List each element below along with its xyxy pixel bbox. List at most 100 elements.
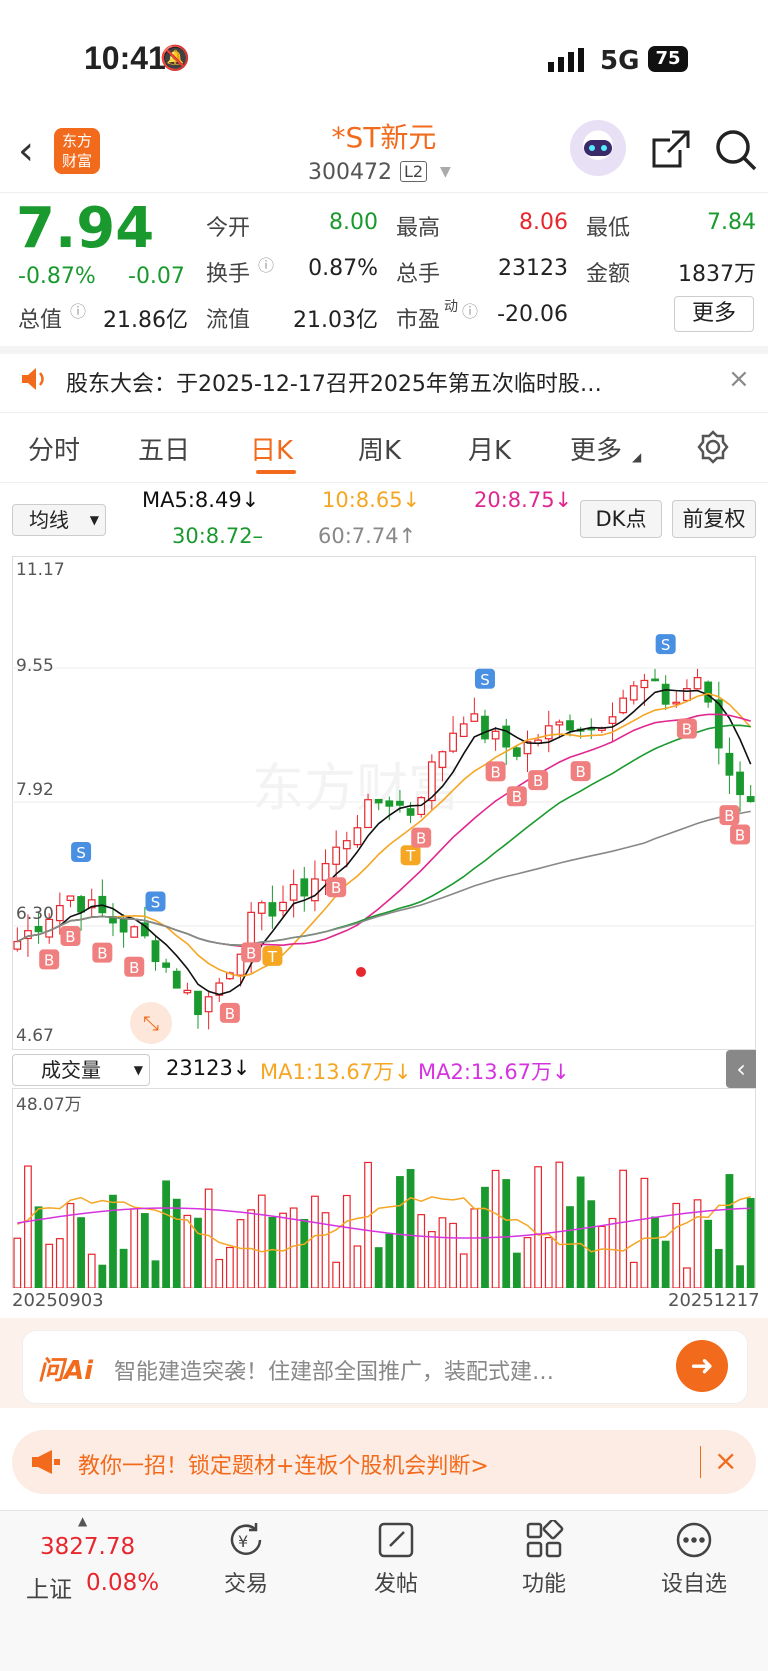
signal-label: B [97, 945, 107, 963]
volume-bar [523, 1237, 532, 1288]
volume-bar [491, 1169, 500, 1288]
volume-bar [364, 1161, 372, 1288]
volume-selector-label: 成交量 [41, 1058, 101, 1082]
index-change[interactable]: 0.08% [86, 1570, 159, 1596]
volume-bar [374, 1247, 383, 1288]
signal-label: B [44, 951, 54, 969]
volume-bar [311, 1195, 319, 1288]
ma-selector-label: 均线 [29, 508, 69, 532]
tab-intraday[interactable]: 分时 [28, 430, 80, 467]
promo-text[interactable]: 教你一招！锁定题材+连板个股机会判断> [78, 1448, 489, 1480]
nav-add-watchlist[interactable]: 设自选 [642, 1520, 746, 1598]
level-badge[interactable]: L2 [400, 161, 428, 182]
volume-bar [725, 1174, 734, 1288]
candle [449, 732, 457, 752]
candle [119, 918, 128, 933]
vol-ma1-label: MA1:13.67万↓ [260, 1060, 412, 1084]
high-label: 最高 [396, 216, 441, 241]
volume-bar [736, 1265, 744, 1288]
candle [544, 725, 553, 740]
tab-more[interactable]: 更多 [570, 430, 622, 467]
stock-code: 300472 [308, 160, 392, 185]
volume-bar [438, 1217, 447, 1288]
adjust-button[interactable]: 前复权 [672, 500, 756, 538]
tab-monthly-k[interactable]: 月K [468, 430, 511, 467]
tab-five-day[interactable]: 五日 [138, 430, 190, 467]
volume-bar [672, 1202, 681, 1288]
open-value: 8.00 [329, 210, 378, 235]
robot-avatar-icon[interactable] [570, 120, 626, 176]
candle [321, 863, 330, 881]
signal-label: B [331, 879, 341, 897]
candle [661, 683, 670, 705]
turnover-label: 换手 [206, 262, 251, 287]
volume-selector[interactable]: 成交量 ▼ [12, 1054, 150, 1086]
collapse-panel-button[interactable]: ‹ [726, 1050, 756, 1088]
candle [736, 771, 744, 796]
arrow-right-icon[interactable]: ➜ [676, 1340, 728, 1392]
nav-trade[interactable]: ¥ 交易 [196, 1520, 296, 1598]
nav-post[interactable]: 发帖 [346, 1520, 446, 1598]
kline-chart[interactable]: 东方财富 BBBBSSBBTBTBSBBBBSBBB 11.17 9.55 7.… [12, 556, 756, 1050]
volume-bar [162, 1180, 171, 1288]
signal-label: T [405, 847, 416, 865]
edit-icon [346, 1520, 446, 1566]
volume-bar [24, 1165, 32, 1288]
candle [704, 681, 713, 703]
candle [470, 713, 479, 722]
svg-text:¥: ¥ [238, 1532, 248, 1551]
candle [566, 720, 574, 731]
expand-icon[interactable]: ⤡ [130, 1002, 172, 1044]
more-button[interactable]: 更多 [674, 296, 754, 332]
info-icon[interactable]: ⓘ [258, 252, 274, 276]
volume-bar [417, 1214, 426, 1288]
candle [555, 721, 564, 726]
tab-weekly-k[interactable]: 周K [358, 430, 401, 467]
share-icon[interactable] [650, 128, 692, 174]
volume-chart[interactable]: 48.07万 [12, 1088, 756, 1288]
signal-icon [548, 48, 584, 76]
volume-bar [396, 1176, 404, 1288]
candle [279, 901, 287, 912]
vol-ma2-label: MA2:13.67万↓ [418, 1060, 570, 1084]
ai-prompt-text[interactable]: 智能建造突袭！住建部全国推广，装配式建… [114, 1354, 654, 1386]
index-value[interactable]: 3827.78 [40, 1534, 135, 1560]
signal-label: B [512, 788, 522, 806]
volume-bar [544, 1237, 553, 1288]
close-icon[interactable]: × [728, 364, 750, 394]
search-icon[interactable] [714, 128, 758, 176]
volume-bar [449, 1222, 457, 1288]
dk-button[interactable]: DK点 [580, 500, 662, 538]
volume-bar [406, 1169, 415, 1288]
y-tick-label: 11.17 [16, 560, 65, 580]
amount-label: 金额 [586, 262, 631, 287]
nav-functions[interactable]: 功能 [494, 1518, 594, 1598]
volume-bar [459, 1253, 468, 1288]
volume-bar [119, 1248, 128, 1288]
x-start-label: 20250903 [12, 1290, 104, 1311]
volume-bar [534, 1166, 543, 1288]
dropdown-icon[interactable]: ▼ [440, 164, 451, 180]
ma-selector[interactable]: 均线 ▼ [12, 504, 106, 536]
tab-daily-k[interactable]: 日K [250, 430, 293, 467]
volume-bar [746, 1198, 755, 1288]
signal-label: B [65, 928, 75, 946]
ma20-label: 20:8.75↓ [474, 488, 573, 512]
candle [502, 725, 511, 748]
signal-label: B [735, 826, 745, 844]
info-icon[interactable]: ⓘ [70, 298, 86, 322]
info-icon[interactable]: ⓘ [462, 298, 478, 322]
candle [512, 747, 521, 757]
close-icon[interactable]: × [714, 1444, 737, 1477]
settings-icon[interactable] [696, 430, 730, 468]
volume-bar [66, 1202, 75, 1288]
volume-bar [651, 1216, 659, 1288]
index-name[interactable]: 上证 [26, 1570, 72, 1604]
volume-bar [332, 1261, 341, 1288]
volume-bar [215, 1258, 224, 1288]
signal-label: B [533, 772, 543, 790]
amount-value: 1837万 [678, 262, 756, 287]
volume-bar [109, 1194, 117, 1288]
caret-icon: ◢ [632, 450, 642, 464]
notice-text[interactable]: 股东大会：于2025-12-17召开2025年第五次临时股… [66, 366, 686, 398]
